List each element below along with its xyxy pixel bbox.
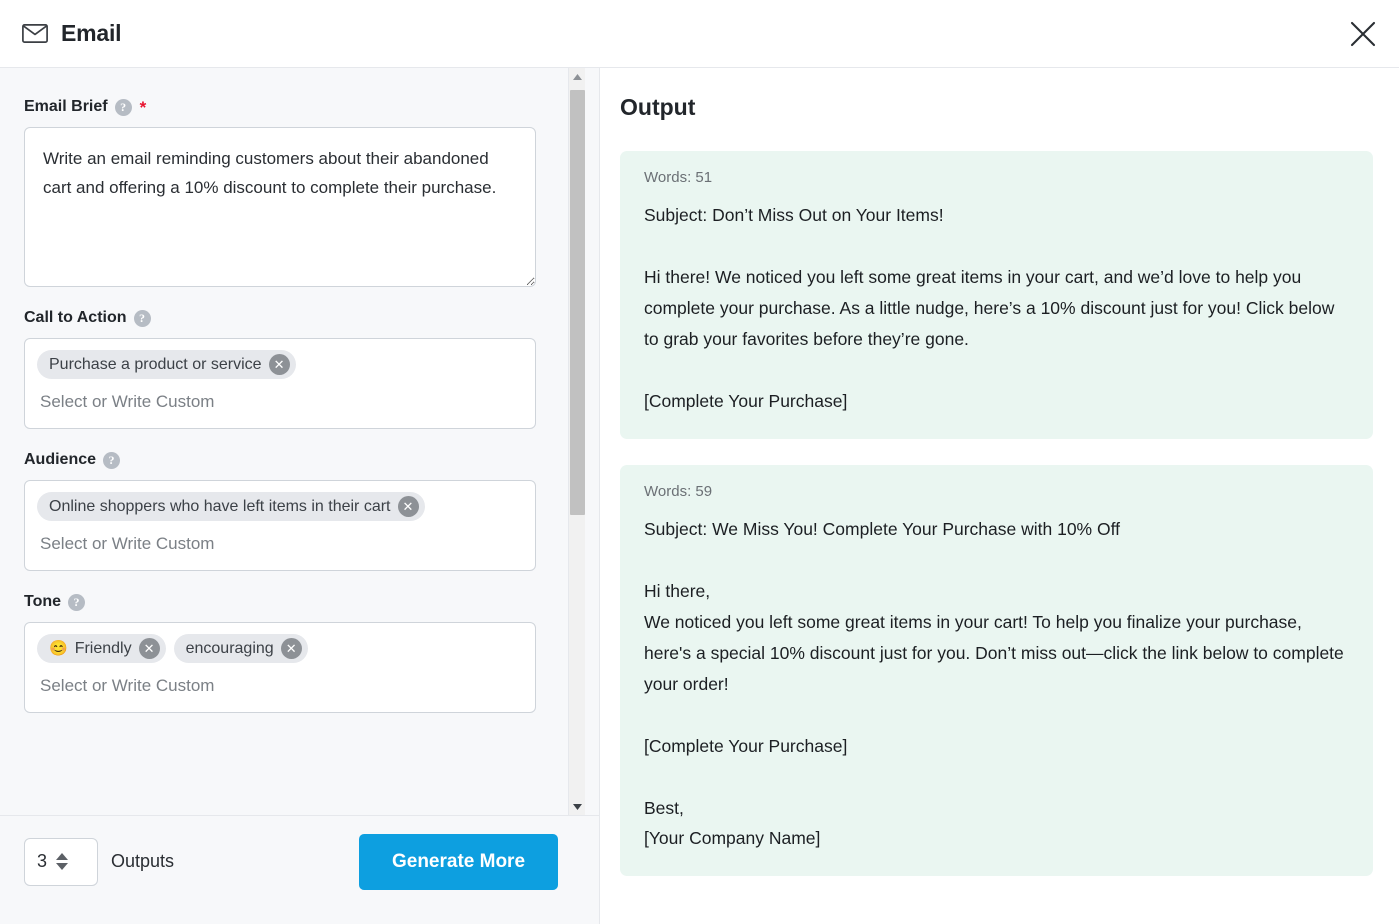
- header-left-group: Email: [22, 20, 122, 47]
- email-brief-input[interactable]: [24, 127, 536, 287]
- envelope-icon: [22, 24, 48, 43]
- field-label-call-to-action: Call to Action ?: [24, 309, 540, 327]
- output-card[interactable]: Words: 59 Subject: We Miss You! Complete…: [620, 464, 1373, 877]
- output-text: Subject: We Miss You! Complete Your Purc…: [644, 518, 1344, 849]
- smiling-face-icon: 😊: [49, 640, 68, 657]
- form-panel: Email Brief ? * Call to Action ?: [0, 68, 600, 924]
- help-icon[interactable]: ?: [114, 98, 132, 116]
- field-label-tone: Tone ?: [24, 593, 540, 611]
- form-scroll-area: Email Brief ? * Call to Action ?: [0, 68, 599, 815]
- chip-remove-icon[interactable]: ✕: [397, 496, 419, 517]
- chip-list: Purchase a product or service ✕: [37, 350, 523, 379]
- field-label-email-brief: Email Brief ? *: [24, 98, 540, 116]
- help-icon[interactable]: ?: [103, 451, 121, 469]
- outputs-count-stepper[interactable]: 3: [24, 837, 98, 886]
- chip: Online shoppers who have left items in t…: [37, 492, 425, 521]
- scroll-up-arrow-icon[interactable]: [569, 68, 586, 85]
- chip: encouraging ✕: [173, 634, 308, 663]
- field-label-text: Tone: [24, 593, 62, 610]
- stepper-down-icon[interactable]: [56, 863, 69, 870]
- help-icon[interactable]: ?: [133, 309, 151, 327]
- help-icon[interactable]: ?: [68, 593, 86, 611]
- field-audience: Audience ? Online shoppers who have left…: [24, 451, 540, 571]
- form-fields: Email Brief ? * Call to Action ?: [0, 68, 566, 745]
- field-label-text: Call to Action: [24, 309, 127, 326]
- word-count-badge: Words: 59: [644, 482, 713, 500]
- stepper-arrows[interactable]: [56, 853, 69, 870]
- word-count-badge: Words: 51: [644, 169, 713, 186]
- chip-label: Friendly: [74, 639, 132, 657]
- tag-placeholder-text[interactable]: Select or Write Custom: [37, 521, 523, 561]
- chip-label: Purchase a product or service: [49, 355, 262, 373]
- tag-placeholder-text[interactable]: Select or Write Custom: [37, 379, 523, 419]
- chip-remove-icon[interactable]: ✕: [280, 638, 302, 659]
- outputs-label: Outputs: [111, 851, 175, 871]
- output-panel: Output Words: 51 Subject: Don’t Miss Out…: [600, 68, 1399, 924]
- outputs-count-value: 3: [37, 851, 48, 871]
- chip-remove-icon[interactable]: ✕: [138, 638, 160, 659]
- tag-placeholder-text[interactable]: Select or Write Custom: [37, 663, 523, 703]
- required-marker: *: [139, 97, 147, 117]
- field-email-brief: Email Brief ? *: [24, 98, 540, 287]
- chip-list: 😊 Friendly ✕ encouraging ✕: [37, 634, 523, 663]
- field-tone: Tone ? 😊 Friendly ✕ encouraging ✕ Select…: [24, 593, 540, 713]
- scroll-down-arrow-icon[interactable]: [569, 798, 586, 815]
- output-title: Output: [620, 94, 696, 120]
- chip-remove-icon[interactable]: ✕: [268, 354, 290, 375]
- chip: Purchase a product or service ✕: [37, 350, 296, 379]
- stepper-up-icon[interactable]: [56, 853, 69, 860]
- field-call-to-action: Call to Action ? Purchase a product or s…: [24, 309, 540, 429]
- dialog-body: Email Brief ? * Call to Action ?: [0, 68, 1399, 924]
- call-to-action-tag-input[interactable]: Purchase a product or service ✕ Select o…: [24, 338, 536, 429]
- audience-tag-input[interactable]: Online shoppers who have left items in t…: [24, 480, 536, 571]
- generate-more-button[interactable]: Generate More: [359, 833, 558, 890]
- output-text: Subject: Don’t Miss Out on Your Items! H…: [644, 205, 1335, 411]
- close-icon[interactable]: [1341, 12, 1385, 56]
- email-generator-dialog: Email Email Brief ? * Write an email rem…: [0, 0, 1399, 924]
- scrollbar-thumb[interactable]: [570, 90, 585, 515]
- form-scrollbar[interactable]: [568, 68, 585, 815]
- outputs-count-group: 3 Outputs: [24, 837, 175, 886]
- form-footer: 3 Outputs Generate More: [0, 815, 599, 907]
- dialog-header: Email: [0, 0, 1399, 68]
- field-label-audience: Audience ?: [24, 451, 540, 469]
- field-label-text: Email Brief: [24, 98, 108, 115]
- page-title: Email: [61, 20, 122, 46]
- chip-label: Online shoppers who have left items in t…: [49, 497, 391, 515]
- tone-tag-input[interactable]: 😊 Friendly ✕ encouraging ✕ Select or Wri…: [24, 622, 536, 713]
- chip: 😊 Friendly ✕: [37, 634, 166, 663]
- field-label-text: Audience: [24, 451, 97, 468]
- chip-label: encouraging: [185, 639, 274, 657]
- output-card[interactable]: Words: 51 Subject: Don’t Miss Out on You…: [620, 151, 1373, 439]
- chip-list: Online shoppers who have left items in t…: [37, 492, 523, 521]
